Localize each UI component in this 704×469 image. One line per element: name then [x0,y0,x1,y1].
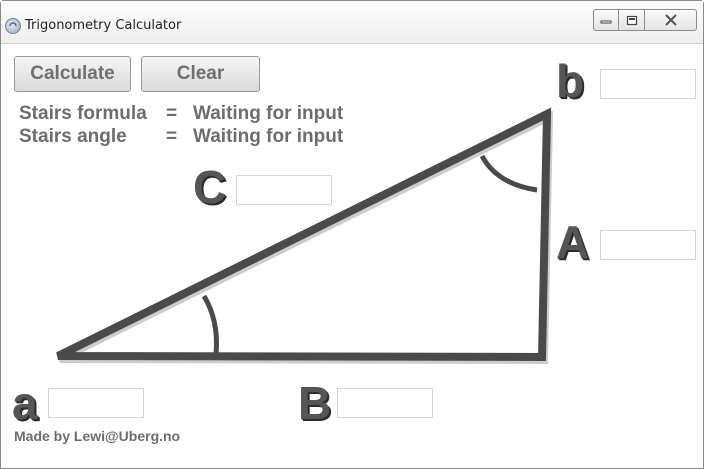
credit-text: Made by Lewi@Uberg.no [14,428,181,444]
maximize-button[interactable] [619,9,645,31]
side-label-b: b [556,55,585,107]
c-input[interactable] [236,175,332,205]
minimize-icon [600,20,612,24]
angle-arc-bottom-left [201,294,219,355]
side-label-a-upper: A [556,216,590,268]
side-label-c: C [193,161,227,213]
window-controls [593,9,697,31]
calculator-app-icon[interactable] [5,18,21,34]
window-title: Trigonometry Calculator [25,18,182,33]
angle-arc-top-right [479,154,538,193]
calculator-panel: Calculate Clear Stairs formula = Waiting f… [7,46,697,458]
close-button[interactable] [645,9,697,31]
b-input[interactable] [600,69,696,99]
b-upper-input[interactable] [337,388,433,418]
triangle-shape [56,107,552,362]
a-lower-input[interactable] [48,388,144,418]
a-upper-input[interactable] [600,230,696,260]
minimize-button[interactable] [593,9,619,31]
title-bar[interactable]: Trigonometry Calculator [1,1,703,44]
side-label-a-lower: a [12,377,38,429]
app-window: Trigonometry Calculator Calculate Clear … [0,0,704,469]
close-icon [664,14,677,26]
maximize-icon [626,15,637,25]
side-label-b-upper: B [298,377,332,429]
